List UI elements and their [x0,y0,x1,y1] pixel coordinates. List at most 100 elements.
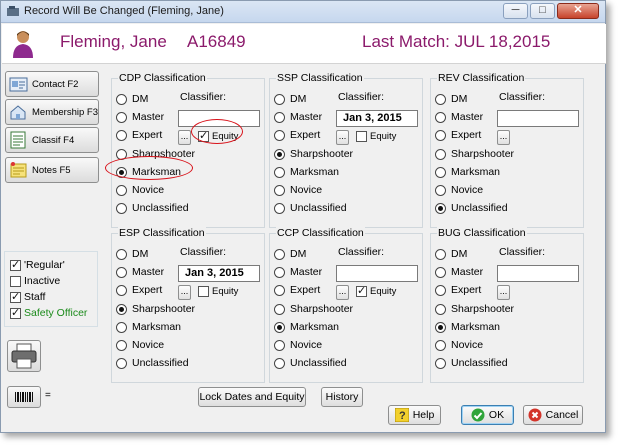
title-bar[interactable]: Record Will Be Changed (Fleming, Jane) ─… [1,1,605,23]
radio-button[interactable] [116,357,127,369]
radio-button[interactable] [435,266,446,278]
radio-button[interactable] [116,129,127,141]
radio-button[interactable] [116,202,127,214]
radio-button[interactable] [116,111,127,123]
radio-button[interactable] [435,248,446,260]
rev-classifier-input[interactable] [497,110,579,127]
ssp-browse-button[interactable]: ... [336,130,349,145]
radio-button[interactable] [435,111,446,123]
staff-checkbox-box[interactable] [10,290,21,303]
ssp-radio-sharpshooter[interactable]: Sharpshooter [274,147,353,161]
radio-button[interactable] [435,339,446,351]
classif-button[interactable]: Classif F4 [5,127,99,153]
bug-radio-sharpshooter[interactable]: Sharpshooter [435,302,514,316]
cdp-radio-expert[interactable]: Expert [116,128,162,142]
ssp-radio-marksman[interactable]: Marksman [274,165,339,179]
close-button[interactable]: ✕ [557,3,599,19]
radio-button[interactable] [116,266,127,278]
ssp-radio-unclassified[interactable]: Unclassified [274,201,347,215]
esp-classifier-input[interactable]: Jan 3, 2015 [178,265,260,282]
esp-radio-sharpshooter[interactable]: Sharpshooter [116,302,195,316]
radio-button[interactable] [435,321,446,333]
cdp-browse-button[interactable]: ... [178,130,191,145]
rev-radio-master[interactable]: Master [435,110,483,124]
ssp-radio-novice[interactable]: Novice [274,183,322,197]
radio-button[interactable] [116,93,127,105]
radio-button[interactable] [274,166,285,178]
rev-radio-marksman[interactable]: Marksman [435,165,500,179]
bug-radio-novice[interactable]: Novice [435,338,483,352]
regular-checkbox[interactable]: 'Regular' [10,257,97,273]
rev-radio-novice[interactable]: Novice [435,183,483,197]
radio-button[interactable] [116,248,127,260]
esp-radio-marksman[interactable]: Marksman [116,320,181,334]
membership-button[interactable]: Membership F3 [5,99,99,125]
bug-browse-button[interactable]: ... [497,285,510,300]
esp-equity-checkbox[interactable]: Equity [198,286,238,297]
bug-radio-marksman[interactable]: Marksman [435,320,500,334]
esp-radio-unclassified[interactable]: Unclassified [116,356,189,370]
inactive-checkbox-box[interactable] [10,275,21,287]
radio-button[interactable] [274,284,285,296]
regular-checkbox-box[interactable] [10,258,21,271]
radio-button[interactable] [274,266,285,278]
esp-browse-button[interactable]: ... [178,285,191,300]
radio-button[interactable] [435,303,446,315]
rev-radio-dm[interactable]: DM [435,92,467,106]
radio-button[interactable] [116,321,127,333]
lock-dates-button[interactable]: Lock Dates and Equity [198,387,306,407]
radio-button[interactable] [274,184,285,196]
equity-checkbox-box[interactable] [198,286,209,297]
rev-browse-button[interactable]: ... [497,130,510,145]
radio-button[interactable] [116,339,127,351]
radio-button[interactable] [274,357,285,369]
rev-radio-unclassified[interactable]: Unclassified [435,201,508,215]
safety-officer-checkbox-box[interactable] [10,306,21,319]
esp-radio-novice[interactable]: Novice [116,338,164,352]
radio-button[interactable] [274,321,285,333]
esp-radio-expert[interactable]: Expert [116,283,162,297]
help-button[interactable]: ? Help [388,405,441,425]
ccp-radio-unclassified[interactable]: Unclassified [274,356,347,370]
cdp-radio-unclassified[interactable]: Unclassified [116,201,189,215]
ccp-radio-sharpshooter[interactable]: Sharpshooter [274,302,353,316]
ok-button[interactable]: OK [461,405,514,425]
equity-checkbox-box[interactable] [356,131,367,142]
radio-button[interactable] [274,148,285,160]
ssp-equity-checkbox[interactable]: Equity [356,131,396,142]
history-button[interactable]: History [321,387,363,407]
ccp-radio-novice[interactable]: Novice [274,338,322,352]
bug-radio-master[interactable]: Master [435,265,483,279]
staff-checkbox[interactable]: Staff [10,289,97,305]
safety-officer-checkbox[interactable]: Safety Officer [10,305,97,321]
cdp-radio-novice[interactable]: Novice [116,183,164,197]
ccp-browse-button[interactable]: ... [336,285,349,300]
contact-button[interactable]: Contact F2 [5,71,99,97]
ccp-radio-expert[interactable]: Expert [274,283,320,297]
radio-button[interactable] [435,284,446,296]
ccp-radio-master[interactable]: Master [274,265,322,279]
radio-button[interactable] [435,184,446,196]
bug-radio-expert[interactable]: Expert [435,283,481,297]
radio-button[interactable] [116,303,127,315]
radio-button[interactable] [116,284,127,296]
ssp-radio-expert[interactable]: Expert [274,128,320,142]
notes-button[interactable]: Notes F5 [5,157,99,183]
radio-button[interactable] [274,111,285,123]
barcode-button[interactable] [7,386,41,408]
rev-radio-sharpshooter[interactable]: Sharpshooter [435,147,514,161]
cdp-radio-master[interactable]: Master [116,110,164,124]
ccp-equity-checkbox[interactable]: Equity [356,284,396,297]
ssp-classifier-input[interactable]: Jan 3, 2015 [336,110,418,127]
ccp-radio-dm[interactable]: DM [274,247,306,261]
cancel-button[interactable]: Cancel [523,405,583,425]
ccp-radio-marksman[interactable]: Marksman [274,320,339,334]
bug-classifier-input[interactable] [497,265,579,282]
bug-radio-dm[interactable]: DM [435,247,467,261]
bug-radio-unclassified[interactable]: Unclassified [435,356,508,370]
rev-radio-expert[interactable]: Expert [435,128,481,142]
cdp-radio-dm[interactable]: DM [116,92,148,106]
radio-button[interactable] [274,339,285,351]
radio-button[interactable] [274,303,285,315]
radio-button[interactable] [274,129,285,141]
